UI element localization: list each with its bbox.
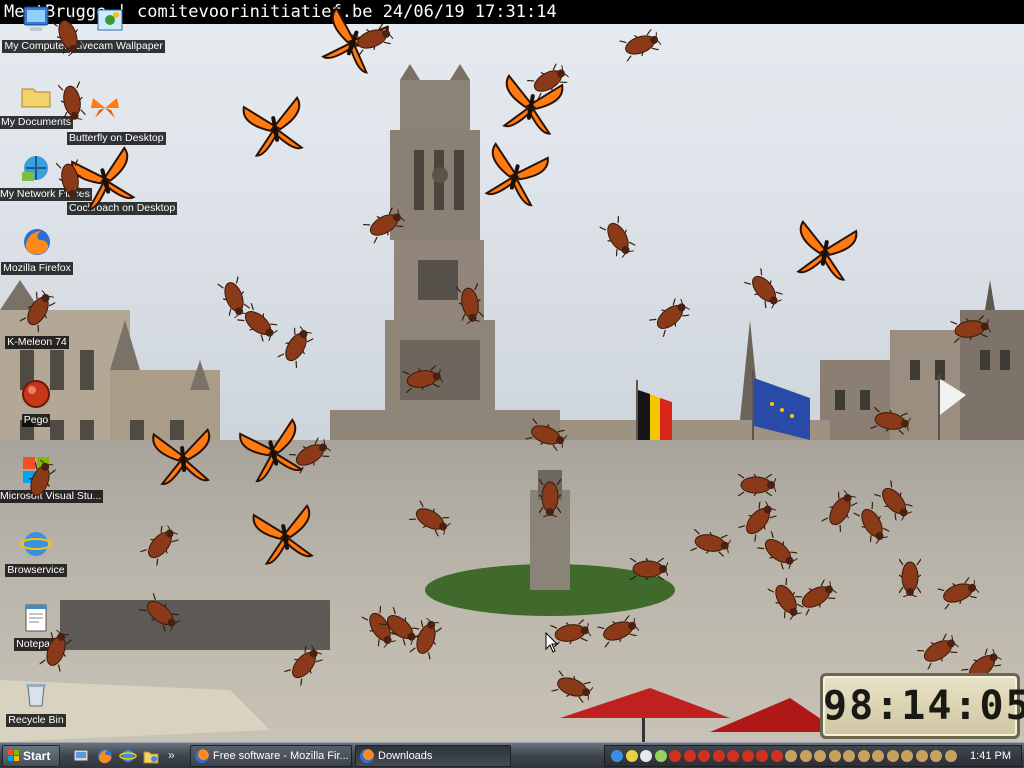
taskbar-window-label: Downloads bbox=[378, 750, 433, 762]
desktop-icon-pego[interactable]: Pego bbox=[0, 378, 74, 428]
taskbar-window-label: Free software - Mozilla Fir... bbox=[213, 750, 349, 762]
taskbar-window-firefox-free-software[interactable]: Free software - Mozilla Fir... bbox=[190, 745, 352, 767]
tray-icon[interactable] bbox=[814, 750, 826, 762]
cockroach bbox=[629, 558, 668, 580]
desktop-icon-label: Livecam Wallpaper bbox=[72, 40, 165, 53]
tray-icon[interactable] bbox=[756, 750, 768, 762]
tray-icon[interactable] bbox=[915, 750, 928, 762]
tray-icon[interactable] bbox=[712, 750, 725, 762]
desktop-icon-label: My Documents bbox=[0, 116, 74, 129]
desktop-icon-label: K-Meleon 74 bbox=[5, 336, 69, 349]
tray-icon[interactable] bbox=[669, 750, 681, 762]
butterfly-icon bbox=[89, 96, 121, 128]
camera-icon bbox=[94, 4, 126, 36]
tray-icon[interactable] bbox=[785, 750, 797, 762]
firefox-quicklaunch-icon[interactable] bbox=[96, 747, 114, 765]
butterfly bbox=[152, 427, 211, 485]
firefox-icon bbox=[195, 749, 209, 763]
desktop-icon-label: Pego bbox=[21, 414, 51, 427]
taskbar: Start » Free software - Mozilla Fir... D… bbox=[0, 742, 1024, 768]
firefox-icon bbox=[360, 749, 374, 763]
tray-clock[interactable]: 1:41 PM bbox=[970, 746, 1011, 766]
tray-icon[interactable] bbox=[625, 750, 638, 762]
start-label: Start bbox=[23, 749, 51, 763]
tray-icon[interactable] bbox=[640, 750, 652, 762]
desktop-clock-widget[interactable]: 98:14:05 bbox=[820, 673, 1024, 739]
desktop-icon-browservice[interactable]: Browservice bbox=[0, 528, 74, 578]
show-desktop-icon[interactable] bbox=[72, 747, 90, 765]
desktop-icon-label: Butterfly on Desktop bbox=[67, 132, 166, 145]
pego-icon bbox=[20, 378, 52, 410]
browser-icon bbox=[20, 528, 52, 560]
butterfly bbox=[796, 219, 858, 281]
tray-icon[interactable] bbox=[741, 750, 754, 762]
system-tray: 1:41 PM bbox=[604, 745, 1022, 767]
tray-icon[interactable] bbox=[770, 750, 783, 762]
clock-time: 98:14:05 bbox=[823, 683, 1024, 729]
tray-icon[interactable] bbox=[857, 750, 870, 762]
cockroach bbox=[899, 558, 921, 597]
tray-icon[interactable] bbox=[930, 750, 942, 762]
tray-icon[interactable] bbox=[843, 750, 855, 762]
butterfly bbox=[252, 503, 314, 565]
tray-icon[interactable] bbox=[654, 750, 667, 762]
ie-quicklaunch-icon[interactable] bbox=[119, 747, 137, 765]
folder-icon bbox=[20, 80, 52, 112]
tray-icon[interactable] bbox=[886, 750, 899, 762]
explorer-quicklaunch-icon[interactable] bbox=[142, 747, 160, 765]
desktop-icon-mozilla-firefox[interactable]: Mozilla Firefox bbox=[0, 226, 75, 276]
cockroach bbox=[539, 478, 561, 517]
red-umbrellas bbox=[560, 688, 840, 742]
recycle-bin-icon bbox=[20, 678, 52, 710]
desktop-icon-label: Recycle Bin bbox=[6, 714, 66, 727]
quicklaunch-overflow-chevron[interactable]: » bbox=[168, 746, 175, 764]
desktop-icon-recycle-bin[interactable]: Recycle Bin bbox=[0, 678, 74, 728]
taskbar-window-downloads[interactable]: Downloads bbox=[355, 745, 511, 767]
desktop-icon-label: Mozilla Firefox bbox=[1, 262, 73, 275]
firefox-icon bbox=[21, 226, 53, 258]
tray-icon[interactable] bbox=[727, 750, 739, 762]
tray-icon[interactable] bbox=[872, 750, 884, 762]
tray-icon[interactable] bbox=[799, 750, 812, 762]
network-icon bbox=[20, 152, 52, 184]
tray-icon[interactable] bbox=[611, 750, 623, 762]
cockroach bbox=[737, 474, 776, 496]
tray-icon[interactable] bbox=[698, 750, 710, 762]
notepad-icon bbox=[20, 602, 52, 634]
parked-bikes bbox=[60, 600, 330, 650]
tray-icon[interactable] bbox=[944, 750, 957, 762]
webcam-banner: MeetBrugge | comitevoorinitiatief.be 24/… bbox=[0, 0, 1024, 24]
butterfly bbox=[242, 95, 304, 157]
windows-logo-icon bbox=[8, 750, 19, 761]
tray-icon[interactable] bbox=[683, 750, 696, 762]
mouse-pointer-icon bbox=[545, 632, 559, 653]
computer-icon bbox=[20, 4, 52, 36]
tray-icon[interactable] bbox=[828, 750, 841, 762]
start-button[interactable]: Start bbox=[2, 745, 60, 767]
desktop-icon-label: Browservice bbox=[5, 564, 67, 577]
desktop-icon-label: Microsoft Visual Stu... bbox=[0, 490, 104, 503]
tray-icon[interactable] bbox=[901, 750, 913, 762]
